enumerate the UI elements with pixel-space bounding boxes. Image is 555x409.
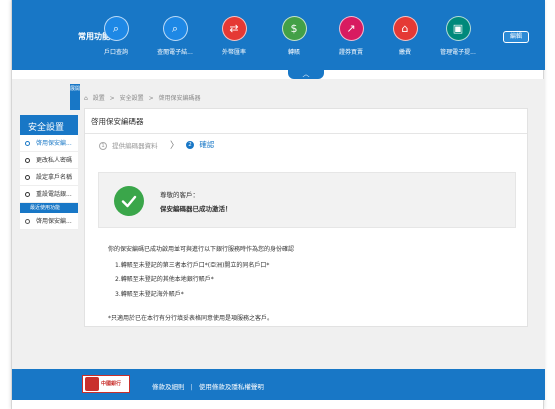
- service-list-item: 3.轉賬至未登記海外賬戶*: [115, 291, 184, 298]
- sidebar-title: 安全設置: [20, 115, 78, 135]
- sidebar-item-label: 重設電話銀...: [36, 191, 72, 198]
- recent-functions-header: 最近使用功能: [20, 203, 78, 213]
- intro-text: 你的保安編碼已成功啟用並可與進行以下銀行服務時作為您的身份確認: [108, 246, 295, 253]
- bank-logo-icon: [85, 377, 99, 391]
- sidebar-item-label: 設定拿戶名稱: [36, 174, 73, 181]
- securities-trading-icon: ↗: [338, 16, 364, 41]
- breadcrumb-separator: >: [148, 95, 154, 102]
- quick-function-item[interactable]: ⌂ 繳費: [380, 16, 430, 56]
- divider: [85, 133, 527, 134]
- footer: 中國銀行 條款及細則 | 使用條款及隱私權聲明: [12, 369, 545, 400]
- breadcrumb: ⌂ 設置 > 安全設置 > 啓用保安編碼器: [84, 93, 201, 102]
- terms-link[interactable]: 條款及細則: [152, 383, 185, 391]
- breadcrumb-separator: >: [109, 95, 115, 102]
- sidebar-item-label: 更改私人密碼: [36, 157, 73, 164]
- sidebar: 安全設置 啓用保安編... 更改私人密碼 設定拿戶名稱 重設電話銀... 最近使…: [20, 115, 78, 230]
- step-1: 1 提供編碼器資料: [99, 140, 158, 150]
- sidebar-toggle-label: 展開: [70, 86, 81, 92]
- app-frame: 常用功能 ⌕ 戶口查詢 ⌕ 查閱電子結... ⇄ 外幣匯率 $ 轉賬 ↗ 證券買賣 ⌂ 繳費 ▣ 管理電子…: [11, 0, 545, 409]
- quick-function-label: 管理電子提...: [440, 49, 476, 56]
- recent-item-activate-token[interactable]: 啓用保安編...: [20, 213, 78, 230]
- step-label: 確認: [199, 140, 215, 149]
- quick-function-bar: 常用功能 ⌕ 戶口查詢 ⌕ 查閱電子結... ⇄ 外幣匯率 $ 轉賬 ↗ 證券買賣 ⌂ 繳費 ▣ 管理電子…: [12, 0, 545, 70]
- e-notice-management-icon: ▣: [445, 16, 471, 41]
- bullet-icon: [25, 158, 30, 163]
- quick-function-item[interactable]: $ 轉賬: [269, 16, 319, 56]
- step-number: 2: [186, 141, 194, 149]
- success-message-box: 尊敬的客戶： 保安編碼器已成功激活！: [98, 172, 516, 228]
- bank-logo: 中國銀行: [82, 375, 130, 393]
- greeting-text: 尊敬的客戶：: [160, 191, 199, 199]
- bullet-icon: [25, 175, 30, 180]
- bill-payment-icon: ⌂: [392, 16, 418, 41]
- sidebar-item-label: 啓用保安編...: [36, 140, 72, 147]
- edit-button[interactable]: 編輯: [503, 31, 529, 43]
- quick-function-label: 繳費: [398, 49, 411, 56]
- breadcrumb-item[interactable]: 設置: [93, 95, 105, 102]
- privacy-link[interactable]: 使用條款及隱私權聲明: [199, 383, 264, 391]
- chevron-right-icon: 〉: [170, 141, 180, 151]
- footnote-text: *只適用於已在本行有分行填妥表格同意使用是項服務之客戶。: [108, 315, 274, 322]
- statement-search-icon: ⌕: [162, 16, 188, 41]
- bullet-icon: [25, 192, 30, 197]
- quick-function-label: 外幣匯率: [221, 49, 246, 56]
- quick-function-label: 查閱電子結...: [157, 49, 193, 56]
- currency-exchange-icon: ⇄: [221, 16, 247, 41]
- quick-function-item[interactable]: ⇄ 外幣匯率: [209, 16, 259, 56]
- footer-divider: |: [190, 383, 193, 391]
- quick-function-label: 證券買賣: [338, 49, 363, 56]
- quick-function-label: 戶口查詢: [103, 49, 128, 56]
- quick-function-item[interactable]: ▣ 管理電子提...: [433, 16, 483, 56]
- quick-function-item[interactable]: ⌕ 戶口查詢: [91, 16, 141, 56]
- step-number: 1: [99, 142, 107, 150]
- service-list-item: 1.轉賬至未登記的第三者本行戶口*(亞洲)開立的同名戶口*: [115, 262, 270, 269]
- sidebar-item-change-password[interactable]: 更改私人密碼: [20, 152, 78, 169]
- step-2: 2 確認: [186, 139, 214, 150]
- step-label: 提供編碼器資料: [112, 142, 158, 150]
- sidebar-toggle[interactable]: 展開: [70, 84, 80, 110]
- sidebar-item-set-username[interactable]: 設定拿戶名稱: [20, 169, 78, 186]
- service-list-item: 2.轉賬至未登記的其他本地銀行賬戶*: [115, 276, 214, 283]
- quick-function-item[interactable]: ↗ 證券買賣: [326, 16, 376, 56]
- page-title: 啓用保安編碼器: [91, 117, 144, 126]
- account-search-icon: ⌕: [103, 16, 129, 41]
- quick-function-item[interactable]: ⌕ 查閱電子結...: [150, 16, 200, 56]
- breadcrumb-item[interactable]: 安全設置: [120, 95, 144, 102]
- footer-links: 條款及細則 | 使用條款及隱私權聲明: [152, 381, 264, 391]
- breadcrumb-current: 啓用保安編碼器: [158, 95, 201, 102]
- home-icon[interactable]: ⌂: [84, 95, 88, 102]
- sidebar-item-activate-token[interactable]: 啓用保安編...: [20, 135, 78, 152]
- success-text: 保安編碼器已成功激活！: [160, 205, 232, 213]
- transfer-icon: $: [281, 16, 307, 41]
- recent-item-label: 啓用保安編...: [36, 218, 72, 225]
- sidebar-item-reset-phone-banking[interactable]: 重設電話銀...: [20, 186, 78, 203]
- success-check-icon: [114, 186, 144, 216]
- clock-icon: [25, 219, 30, 224]
- bank-logo-text: 中國銀行: [101, 381, 122, 387]
- main-card: 啓用保安編碼器 1 提供編碼器資料 〉 2 確認 尊敬的客戶： 保安編碼器已成功…: [84, 108, 528, 327]
- quick-function-label: 轉賬: [287, 49, 300, 56]
- collapse-toolbar-button[interactable]: ︿: [288, 70, 324, 79]
- bullet-icon: [25, 141, 30, 146]
